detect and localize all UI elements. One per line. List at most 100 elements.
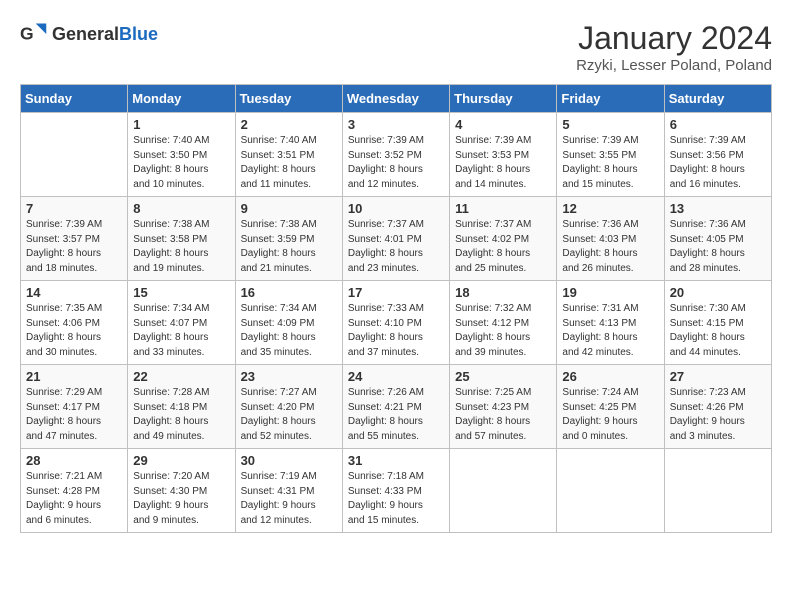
calendar-cell: 24 Sunrise: 7:26 AMSunset: 4:21 PMDayligh… [342,365,449,449]
calendar-cell: 6Sunrise: 7:39 AMSunset: 3:56 PMDaylight… [664,113,771,197]
day-info: Sunrise: 7:30 AMSunset: 4:15 PMDaylight:… [670,302,766,360]
svg-text:G: G [20,23,34,43]
day-info: Sunrise: 7:21 AMSunset: 4:28 PMDaylight:… [26,470,122,528]
day-number: 31 [348,453,444,468]
day-number: 24 [348,369,444,384]
day-number: 12 [562,201,658,216]
day-number: 28 [26,453,122,468]
calendar-cell [664,449,771,533]
day-info: Sunrise: 7:23 AMSunset: 4:26 PMDaylight:… [670,386,766,444]
week-row-1: 1Sunrise: 7:40 AMSunset: 3:50 PMDaylight… [21,113,772,197]
day-info: Sunrise: 7:38 AMSunset: 3:58 PMDaylight:… [133,218,229,276]
day-header-wednesday: Wednesday [342,85,449,113]
calendar-cell: 7 Sunrise: 7:39 AMSunset: 3:57 PMDaylight… [21,197,128,281]
day-number: 1 [133,117,229,132]
day-number: 23 [241,369,337,384]
day-info: Sunrise: 7:35 AMSunset: 4:06 PMDaylight:… [26,302,122,360]
day-number: 14 [26,285,122,300]
calendar-subtitle: Rzyki, Lesser Poland, Poland [576,57,772,74]
day-info: Sunrise: 7:37 AMSunset: 4:02 PMDaylight:… [455,218,551,276]
day-number: 17 [348,285,444,300]
calendar-cell: 17 Sunrise: 7:33 AMSunset: 4:10 PMDayligh… [342,281,449,365]
calendar-cell: 21Sunrise: 7:29 AMSunset: 4:17 PMDayligh… [21,365,128,449]
calendar-title: January 2024 [576,20,772,57]
day-info: Sunrise: 7:36 AMSunset: 4:03 PMDaylight:… [562,218,658,276]
day-number: 27 [670,369,766,384]
calendar-cell: 10 Sunrise: 7:37 AMSunset: 4:01 PMDayligh… [342,197,449,281]
title-area: January 2024 Rzyki, Lesser Poland, Polan… [576,20,772,74]
calendar-cell: 4 Sunrise: 7:39 AMSunset: 3:53 PMDaylight… [450,113,557,197]
day-header-saturday: Saturday [664,85,771,113]
day-info: Sunrise: 7:38 AMSunset: 3:59 PMDaylight:… [241,218,337,276]
calendar-cell: 15 Sunrise: 7:34 AMSunset: 4:07 PMDayligh… [128,281,235,365]
day-info: Sunrise: 7:24 AMSunset: 4:25 PMDaylight:… [562,386,658,444]
calendar-cell: 19 Sunrise: 7:31 AMSunset: 4:13 PMDayligh… [557,281,664,365]
calendar-cell: 29 Sunrise: 7:20 AMSunset: 4:30 PMDayligh… [128,449,235,533]
day-info: Sunrise: 7:34 AMSunset: 4:07 PMDaylight:… [133,302,229,360]
day-number: 4 [455,117,551,132]
logo: G GeneralBlue [20,20,158,48]
day-info: Sunrise: 7:31 AMSunset: 4:13 PMDaylight:… [562,302,658,360]
calendar-cell: 28 Sunrise: 7:21 AMSunset: 4:28 PMDayligh… [21,449,128,533]
calendar-cell: 22Sunrise: 7:28 AMSunset: 4:18 PMDayligh… [128,365,235,449]
day-info: Sunrise: 7:32 AMSunset: 4:12 PMDaylight:… [455,302,551,360]
logo-icon: G [20,20,48,48]
week-row-4: 21Sunrise: 7:29 AMSunset: 4:17 PMDayligh… [21,365,772,449]
day-info: Sunrise: 7:39 AMSunset: 3:57 PMDaylight:… [26,218,122,276]
header-row: SundayMondayTuesdayWednesdayThursdayFrid… [21,85,772,113]
day-info: Sunrise: 7:39 AMSunset: 3:52 PMDaylight:… [348,134,444,192]
day-number: 29 [133,453,229,468]
day-number: 10 [348,201,444,216]
day-info: Sunrise: 7:39 AMSunset: 3:53 PMDaylight:… [455,134,551,192]
day-number: 25 [455,369,551,384]
calendar-cell: 25 Sunrise: 7:25 AMSunset: 4:23 PMDayligh… [450,365,557,449]
day-info: Sunrise: 7:34 AMSunset: 4:09 PMDaylight:… [241,302,337,360]
day-info: Sunrise: 7:39 AMSunset: 3:55 PMDaylight:… [562,134,658,192]
day-number: 21 [26,369,122,384]
calendar-cell: 16 Sunrise: 7:34 AMSunset: 4:09 PMDayligh… [235,281,342,365]
day-number: 19 [562,285,658,300]
day-number: 22 [133,369,229,384]
calendar-cell: 30Sunrise: 7:19 AMSunset: 4:31 PMDayligh… [235,449,342,533]
day-info: Sunrise: 7:20 AMSunset: 4:30 PMDaylight:… [133,470,229,528]
day-number: 16 [241,285,337,300]
week-row-3: 14 Sunrise: 7:35 AMSunset: 4:06 PMDayligh… [21,281,772,365]
calendar-cell: 14 Sunrise: 7:35 AMSunset: 4:06 PMDayligh… [21,281,128,365]
week-row-5: 28 Sunrise: 7:21 AMSunset: 4:28 PMDayligh… [21,449,772,533]
day-info: Sunrise: 7:37 AMSunset: 4:01 PMDaylight:… [348,218,444,276]
day-number: 15 [133,285,229,300]
day-info: Sunrise: 7:26 AMSunset: 4:21 PMDaylight:… [348,386,444,444]
day-number: 26 [562,369,658,384]
calendar-cell: 9Sunrise: 7:38 AMSunset: 3:59 PMDaylight… [235,197,342,281]
day-info: Sunrise: 7:19 AMSunset: 4:31 PMDaylight:… [241,470,337,528]
calendar-cell: 27 Sunrise: 7:23 AMSunset: 4:26 PMDayligh… [664,365,771,449]
day-header-tuesday: Tuesday [235,85,342,113]
calendar-cell: 26 Sunrise: 7:24 AMSunset: 4:25 PMDayligh… [557,365,664,449]
calendar-cell: 23Sunrise: 7:27 AMSunset: 4:20 PMDayligh… [235,365,342,449]
calendar-cell: 18 Sunrise: 7:32 AMSunset: 4:12 PMDayligh… [450,281,557,365]
day-number: 18 [455,285,551,300]
day-info: Sunrise: 7:18 AMSunset: 4:33 PMDaylight:… [348,470,444,528]
day-number: 5 [562,117,658,132]
calendar-cell: 13 Sunrise: 7:36 AMSunset: 4:05 PMDayligh… [664,197,771,281]
logo-general-text: General [52,24,119,44]
calendar-cell: 5 Sunrise: 7:39 AMSunset: 3:55 PMDaylight… [557,113,664,197]
calendar-cell: 31 Sunrise: 7:18 AMSunset: 4:33 PMDayligh… [342,449,449,533]
day-number: 7 [26,201,122,216]
calendar-cell [557,449,664,533]
logo-blue-text: Blue [119,24,158,44]
calendar-table: SundayMondayTuesdayWednesdayThursdayFrid… [20,84,772,533]
day-info: Sunrise: 7:40 AMSunset: 3:51 PMDaylight:… [241,134,337,192]
page-header: G GeneralBlue January 2024 Rzyki, Lesser… [20,20,772,74]
day-number: 13 [670,201,766,216]
calendar-cell: 1Sunrise: 7:40 AMSunset: 3:50 PMDaylight… [128,113,235,197]
day-number: 2 [241,117,337,132]
day-header-thursday: Thursday [450,85,557,113]
day-info: Sunrise: 7:25 AMSunset: 4:23 PMDaylight:… [455,386,551,444]
week-row-2: 7 Sunrise: 7:39 AMSunset: 3:57 PMDaylight… [21,197,772,281]
day-number: 20 [670,285,766,300]
day-info: Sunrise: 7:33 AMSunset: 4:10 PMDaylight:… [348,302,444,360]
day-info: Sunrise: 7:36 AMSunset: 4:05 PMDaylight:… [670,218,766,276]
calendar-cell: 8Sunrise: 7:38 AMSunset: 3:58 PMDaylight… [128,197,235,281]
calendar-cell: 20 Sunrise: 7:30 AMSunset: 4:15 PMDayligh… [664,281,771,365]
